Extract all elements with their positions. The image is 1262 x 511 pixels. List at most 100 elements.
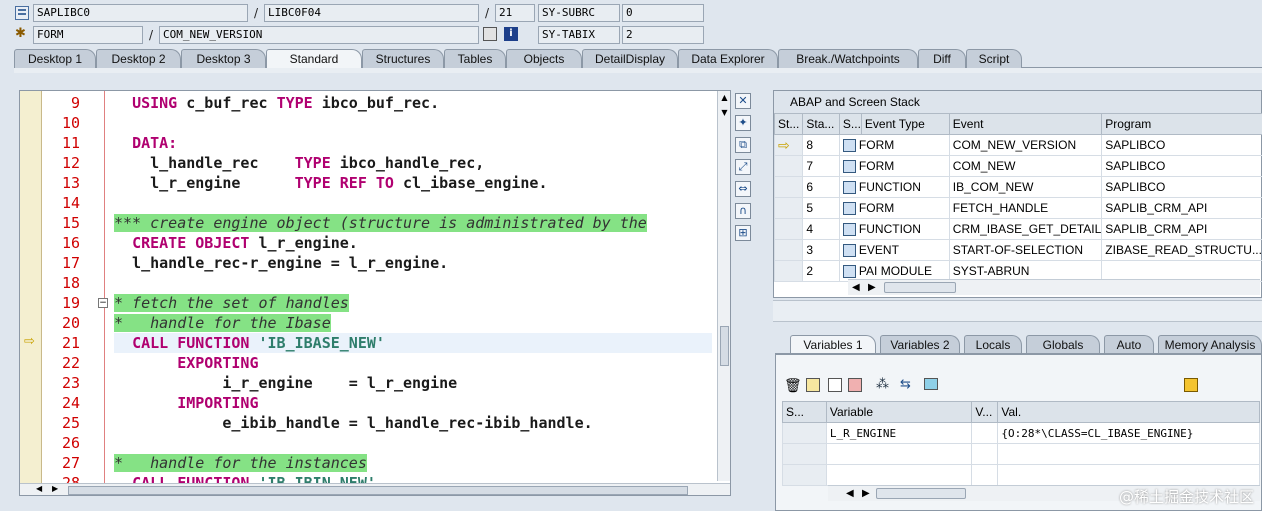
variables-column-header[interactable]: Val. bbox=[997, 401, 1260, 423]
delete-icon[interactable]: 🗑 bbox=[784, 378, 802, 394]
tab-locals[interactable]: Locals bbox=[964, 335, 1022, 354]
code-line[interactable]: 15 *** create engine object (structure is… bbox=[20, 213, 730, 233]
variable-name-cell[interactable] bbox=[825, 443, 973, 465]
scroll-thumb[interactable] bbox=[876, 488, 966, 499]
tab-memory-analysis[interactable]: Memory Analysis bbox=[1158, 335, 1262, 354]
scroll-down-icon[interactable]: ▼ bbox=[718, 108, 730, 117]
line-field[interactable]: 21 bbox=[495, 4, 535, 22]
stack-horizontal-scrollbar[interactable]: ◀ ▶ bbox=[848, 279, 1260, 295]
save-icon[interactable] bbox=[1184, 378, 1198, 392]
navigate-icon[interactable]: ⇆ bbox=[900, 377, 911, 392]
stack-column-header[interactable]: Event bbox=[948, 113, 1103, 135]
code-line[interactable]: 25 e_ibib_handle = l_handle_rec-ibib_han… bbox=[20, 413, 730, 433]
tab-detaildisplay[interactable]: DetailDisplay bbox=[582, 49, 678, 68]
stack-table[interactable]: St... Sta... S... Event Type Event Program ⇨ 8… bbox=[773, 113, 1262, 282]
code-line[interactable]: 9 USING c_buf_rec TYPE ibco_buf_rec. bbox=[20, 93, 730, 113]
tree-icon[interactable]: ⁂ bbox=[876, 377, 889, 392]
tab-auto[interactable]: Auto bbox=[1104, 335, 1154, 354]
code-line[interactable]: 11 DATA: bbox=[20, 133, 730, 153]
code-line[interactable]: 17 l_handle_rec-r_engine = l_r_engine. bbox=[20, 253, 730, 273]
code-line[interactable]: 27 * handle for the instances bbox=[20, 453, 730, 473]
stack-column-header[interactable]: Sta... bbox=[802, 113, 840, 135]
stack-row[interactable]: 3 EVENT START-OF-SELECTION ZIBASE_READ_STRU… bbox=[773, 239, 1262, 261]
scroll-thumb[interactable] bbox=[720, 326, 729, 366]
stack-column-header[interactable]: St... bbox=[773, 113, 804, 135]
list-icon[interactable] bbox=[806, 378, 820, 392]
editor-vertical-scrollbar[interactable]: ▲ ▼ bbox=[717, 91, 730, 481]
code-line[interactable]: 20 * handle for the Ibase bbox=[20, 313, 730, 333]
tab-script[interactable]: Script bbox=[966, 49, 1022, 68]
variables-column-header[interactable]: Variable bbox=[825, 401, 973, 423]
tab-globals[interactable]: Globals bbox=[1026, 335, 1100, 354]
variables-column-header[interactable]: S... bbox=[782, 401, 827, 423]
tabix-value[interactable]: 2 bbox=[622, 26, 704, 44]
scroll-left-icon[interactable]: ◀ bbox=[36, 484, 42, 493]
stack-row[interactable]: 5 FORM FETCH_HANDLE SAPLIB_CRM_API bbox=[773, 197, 1262, 219]
stack-column-header[interactable]: Event Type bbox=[860, 113, 950, 135]
code-line[interactable]: 22 EXPORTING bbox=[20, 353, 730, 373]
headset-icon[interactable]: ∩ bbox=[735, 203, 751, 219]
tab-desktop-2[interactable]: Desktop 2 bbox=[96, 49, 181, 68]
variable-row[interactable] bbox=[782, 443, 1260, 465]
editor-horizontal-scrollbar[interactable]: ◀ ▶ bbox=[20, 483, 730, 495]
subrc-value[interactable]: 0 bbox=[622, 4, 704, 22]
list-remove-icon[interactable] bbox=[848, 378, 862, 392]
split-view-icon[interactable]: ⧉ bbox=[735, 137, 751, 153]
event-name-field[interactable]: COM_NEW_VERSION bbox=[159, 26, 479, 44]
stack-row[interactable]: 7 FORM COM_NEW SAPLIBCO bbox=[773, 155, 1262, 177]
tab-structures[interactable]: Structures bbox=[362, 49, 444, 68]
scroll-left-icon[interactable]: ◀ bbox=[846, 486, 854, 502]
tab-variables-1[interactable]: Variables 1 bbox=[790, 335, 876, 354]
tab-variables-2[interactable]: Variables 2 bbox=[880, 335, 960, 354]
tab-diff[interactable]: Diff bbox=[918, 49, 966, 68]
scroll-right-icon[interactable]: ▶ bbox=[868, 280, 876, 296]
stack-row[interactable]: 4 FUNCTION CRM_IBASE_GET_DETAIL SAPLIB_CRM_… bbox=[773, 218, 1262, 240]
event-type-field[interactable]: FORM bbox=[33, 26, 143, 44]
maximize-icon[interactable]: ⤢ bbox=[735, 159, 751, 175]
code-line[interactable]: 10 bbox=[20, 113, 730, 133]
code-line[interactable]: 16 CREATE OBJECT l_r_engine. bbox=[20, 233, 730, 253]
stack-column-header[interactable]: S... bbox=[838, 113, 862, 135]
code-line[interactable]: 26 bbox=[20, 433, 730, 453]
include-field[interactable]: LIBC0F04 bbox=[264, 4, 479, 22]
scroll-left-icon[interactable]: ◀ bbox=[852, 280, 860, 296]
variables-table[interactable]: S... Variable V... Val. L_R_ENGINE {O:28*\CL… bbox=[782, 401, 1260, 486]
code-line[interactable]: 14 bbox=[20, 193, 730, 213]
tab-desktop-1[interactable]: Desktop 1 bbox=[14, 49, 96, 68]
scroll-right-icon[interactable]: ▶ bbox=[862, 486, 870, 502]
scroll-right-icon[interactable]: ▶ bbox=[52, 484, 58, 493]
code-line[interactable]: 18 bbox=[20, 273, 730, 293]
tab-objects[interactable]: Objects bbox=[506, 49, 582, 68]
row-selector[interactable] bbox=[782, 464, 827, 486]
folder-icon[interactable] bbox=[924, 378, 938, 390]
source-icon[interactable] bbox=[483, 27, 497, 41]
code-line[interactable]: 21 CALL FUNCTION 'IB_IBASE_NEW' bbox=[20, 333, 730, 353]
row-selector[interactable] bbox=[782, 422, 827, 444]
variable-name-cell[interactable] bbox=[825, 464, 973, 486]
close-icon[interactable]: ✕ bbox=[735, 93, 751, 109]
hierarchy-icon[interactable]: ⊞ bbox=[735, 225, 751, 241]
variable-row[interactable]: L_R_ENGINE {O:28*\CLASS=CL_IBASE_ENGINE} bbox=[782, 422, 1260, 444]
list-add-icon[interactable] bbox=[828, 378, 842, 392]
scroll-thumb[interactable] bbox=[884, 282, 956, 293]
variable-row[interactable] bbox=[782, 464, 1260, 486]
code-line[interactable]: 13 l_r_engine TYPE REF TO cl_ibase_engin… bbox=[20, 173, 730, 193]
new-breakpoint-icon[interactable]: ✦ bbox=[735, 115, 751, 131]
swap-icon[interactable]: ⇔ bbox=[735, 181, 751, 197]
tab-break-watchpoints[interactable]: Break./Watchpoints bbox=[778, 49, 918, 68]
code-line[interactable]: 23 i_r_engine = l_r_engine bbox=[20, 373, 730, 393]
scroll-thumb[interactable] bbox=[68, 486, 688, 495]
row-selector[interactable] bbox=[782, 443, 827, 465]
tab-tables[interactable]: Tables bbox=[444, 49, 506, 68]
program-field[interactable]: SAPLIBC0 bbox=[33, 4, 248, 22]
info-icon[interactable]: i bbox=[504, 27, 518, 41]
stack-row[interactable]: ⇨ 8 FORM COM_NEW_VERSION SAPLIBCO bbox=[773, 134, 1262, 156]
variable-name-cell[interactable]: L_R_ENGINE bbox=[825, 422, 973, 444]
tab-data-explorer[interactable]: Data Explorer bbox=[678, 49, 778, 68]
code-line[interactable]: 19 * fetch the set of handles bbox=[20, 293, 730, 313]
tab-desktop-3[interactable]: Desktop 3 bbox=[181, 49, 266, 68]
source-editor[interactable]: 9 USING c_buf_rec TYPE ibco_buf_rec. 10 11… bbox=[19, 90, 731, 496]
stack-column-header[interactable]: Program bbox=[1101, 113, 1262, 135]
code-line[interactable]: 12 l_handle_rec TYPE ibco_handle_rec, bbox=[20, 153, 730, 173]
tab-standard[interactable]: Standard bbox=[266, 49, 362, 68]
